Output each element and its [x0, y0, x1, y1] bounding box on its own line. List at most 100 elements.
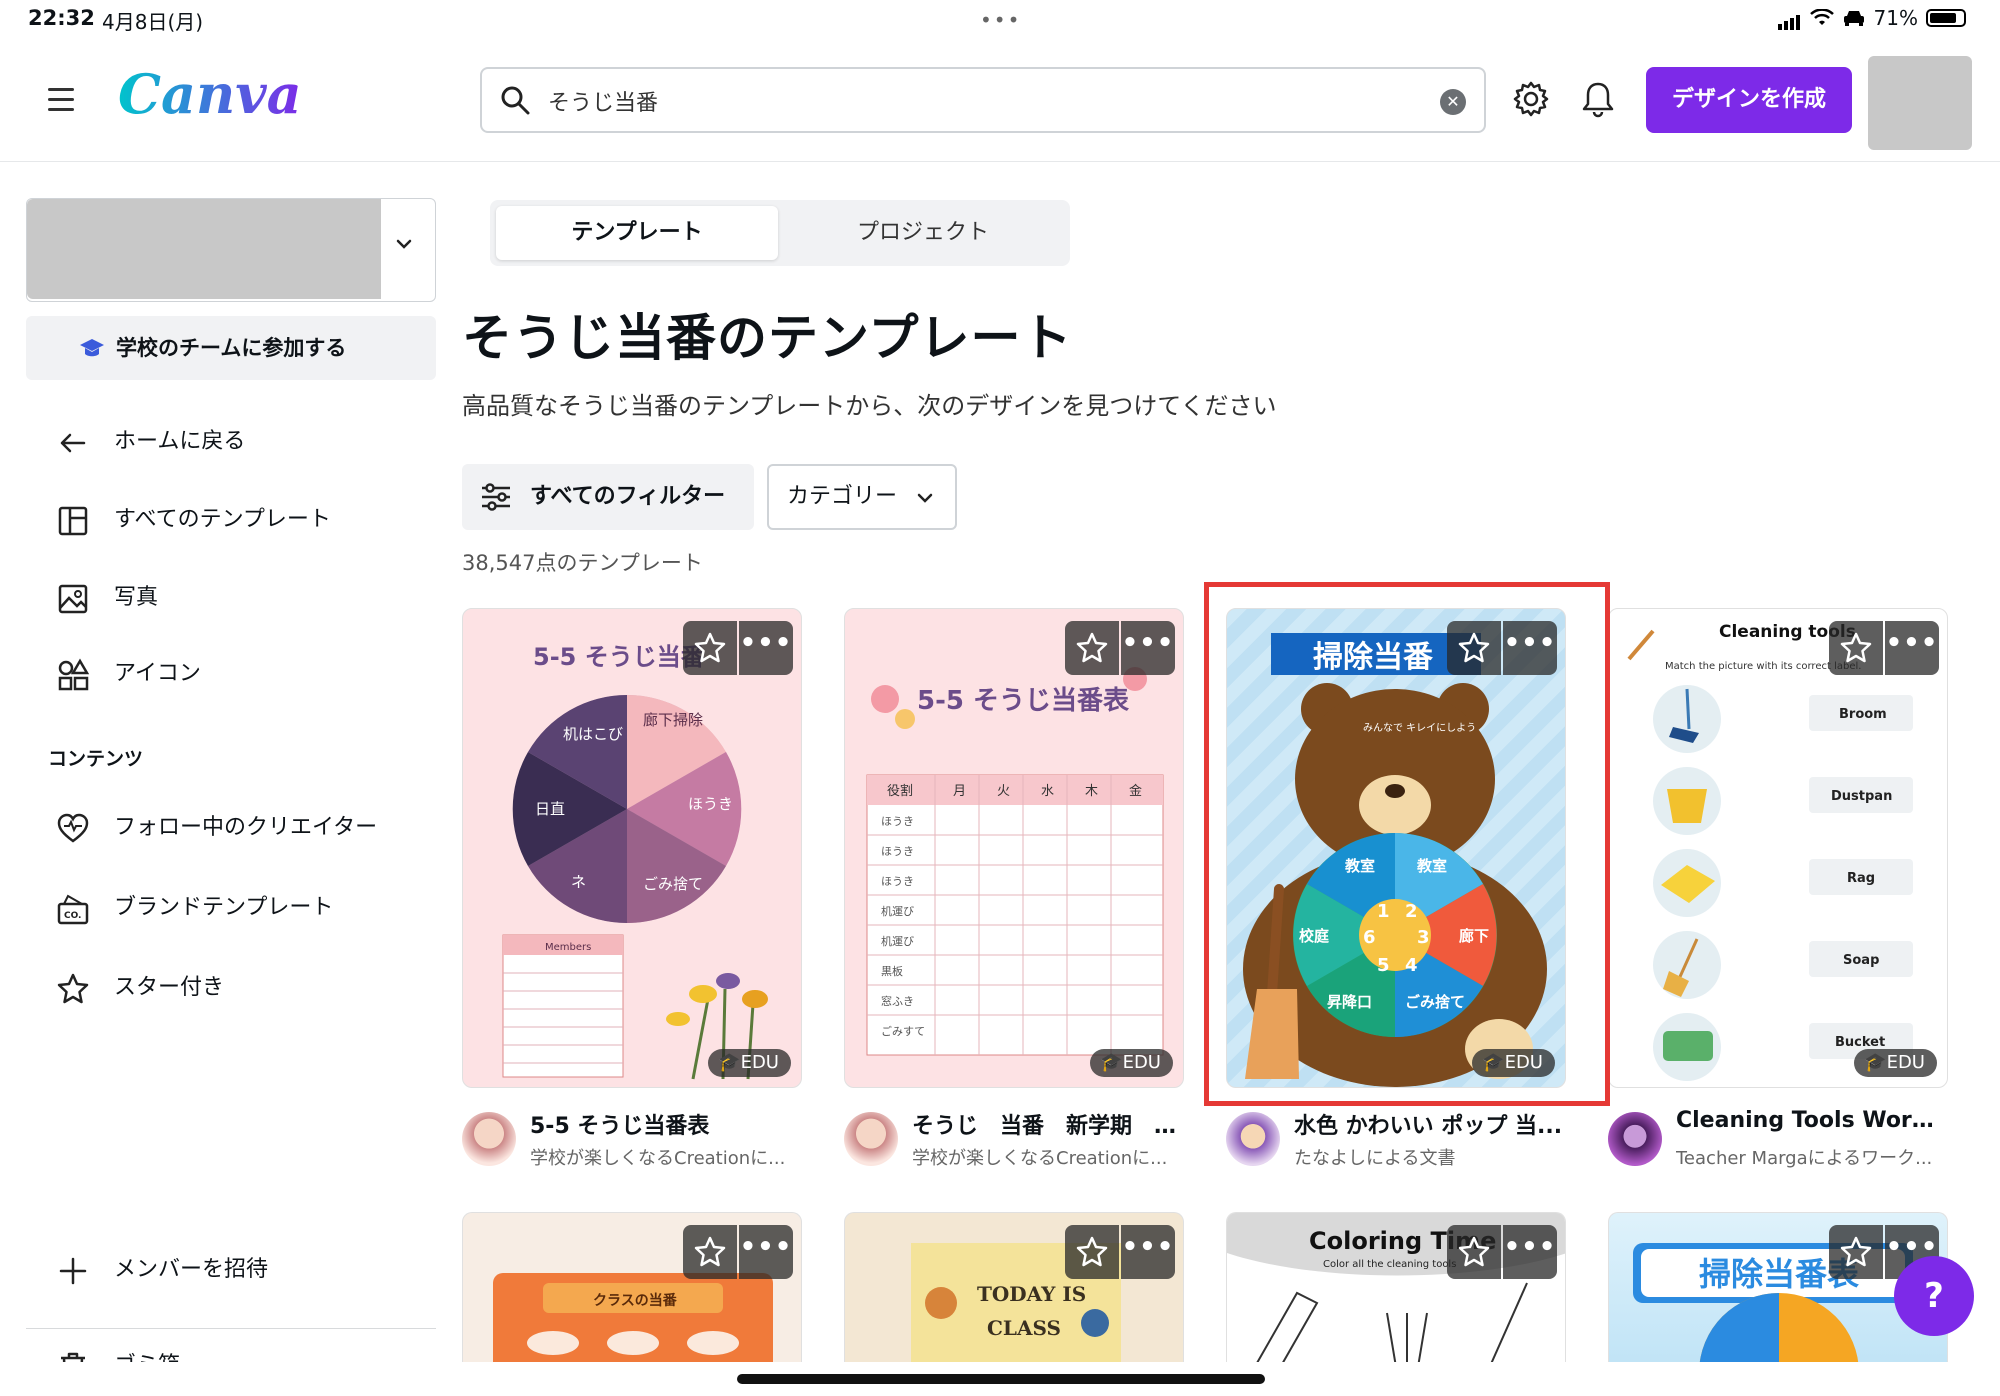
svg-text:金: 金	[1129, 783, 1142, 799]
page-title: そうじ当番のテンプレート	[462, 309, 1073, 367]
brand-icon: CO.	[57, 894, 89, 925]
creator-avatar[interactable]	[1608, 1112, 1662, 1166]
thumb-title: 5-5 そうじ当番表	[917, 686, 1130, 716]
svg-text:机はこび: 机はこび	[563, 725, 623, 743]
plus-icon	[59, 1257, 87, 1285]
status-date: 4月8日(月)	[102, 10, 204, 34]
star-icon	[1840, 632, 1872, 663]
svg-text:クラスの当番: クラスの当番	[593, 1292, 678, 1309]
search-input[interactable]	[548, 81, 1408, 121]
card-author[interactable]: Teacher Margaによるワーク...	[1676, 1144, 1948, 1170]
home-indicator[interactable]	[737, 1374, 1265, 1384]
category-dropdown[interactable]: カテゴリー	[767, 464, 957, 530]
more-options-button[interactable]: •••	[739, 1225, 793, 1279]
sidebar-item-following[interactable]: フォロー中のクリエイター	[26, 798, 436, 858]
battery-icon	[1926, 9, 1966, 27]
svg-text:TODAY IS: TODAY IS	[977, 1282, 1086, 1306]
search-bar[interactable]: ✕	[480, 67, 1486, 133]
card-author[interactable]: たなよしによる文書	[1294, 1144, 1566, 1170]
bell-icon[interactable]	[1580, 80, 1616, 118]
card-author[interactable]: 学校が楽しくなるCreationに...	[530, 1144, 802, 1170]
help-button[interactable]: ?	[1894, 1256, 1974, 1336]
sidebar-item-label: アイコン	[114, 661, 201, 686]
sidebar-item-home[interactable]: ホームに戻る	[26, 412, 436, 472]
star-icon	[1076, 1236, 1108, 1267]
svg-text:ほうき: ほうき	[688, 795, 733, 813]
star-icon	[1458, 1236, 1490, 1267]
status-time: 22:32	[28, 6, 95, 30]
svg-text:木: 木	[1085, 784, 1098, 799]
svg-text:Members: Members	[545, 942, 591, 953]
template-thumbnail[interactable]: Cleaning tools Match the picture with it…	[1608, 608, 1948, 1088]
canva-logo[interactable]: Canva	[118, 62, 302, 126]
sidebar-item-label: フォロー中のクリエイター	[114, 815, 378, 840]
template-thumbnail[interactable]: 5-5 そうじ当番 机はこび 廊下掃除 ほうき ごみ捨て ネ 日直 Member…	[462, 608, 802, 1088]
sidebar-item-icons[interactable]: アイコン	[26, 644, 436, 704]
heart-icon	[57, 813, 89, 843]
card-title[interactable]: 5-5 そうじ当番表	[530, 1108, 802, 1140]
svg-text:窓ふき: 窓ふき	[881, 994, 914, 1008]
highlight-box	[1204, 582, 1610, 1106]
all-filters-button[interactable]: すべてのフィルター	[462, 464, 754, 530]
battery-percent: 71%	[1873, 6, 1918, 30]
template-thumbnail[interactable]: 5-5 そうじ当番表 役割 月 火 水 木 金 ほうき ほうき ほうき 机運び …	[844, 608, 1184, 1088]
create-design-button[interactable]: デザインを作成	[1646, 67, 1852, 133]
star-icon	[694, 632, 726, 663]
favorite-button[interactable]	[1447, 1225, 1501, 1279]
svg-text:黒板: 黒板	[881, 964, 903, 978]
chevron-down-icon[interactable]	[395, 235, 413, 253]
tab-templates[interactable]: テンプレート	[496, 206, 778, 260]
creator-avatar[interactable]	[1226, 1112, 1280, 1166]
favorite-button[interactable]	[1065, 1225, 1119, 1279]
favorite-button[interactable]	[1829, 1225, 1883, 1279]
more-options-button[interactable]: •••	[1121, 621, 1175, 675]
svg-text:CO.: CO.	[64, 911, 81, 921]
template-thumbnail[interactable]: TODAY IS CLASS •••	[844, 1212, 1184, 1372]
svg-text:Soap: Soap	[1843, 953, 1879, 968]
sliders-icon	[482, 483, 510, 511]
multitask-dots-icon[interactable]: •••	[980, 8, 1021, 32]
sidebar-item-label: ホームに戻る	[114, 429, 246, 454]
card-title[interactable]: そうじ 当番 新学期 A4	[912, 1108, 1184, 1140]
sidebar-item-brand-templates[interactable]: CO. ブランドテンプレート	[26, 878, 436, 938]
more-options-button[interactable]: •••	[1885, 621, 1939, 675]
sidebar: 学校のチームに参加する ホームに戻る すべてのテンプレート 写真 アイコン コン…	[0, 162, 440, 1396]
card-title[interactable]: 水色 かわいい ポップ 当...	[1294, 1108, 1566, 1140]
invite-members-button[interactable]: メンバーを招待	[26, 1240, 436, 1300]
more-options-button[interactable]: •••	[739, 621, 793, 675]
page-subtitle: 高品質なそうじ当番のテンプレートから、次のデザインを見つけてください	[462, 392, 1277, 420]
all-filters-label: すべてのフィルター	[530, 484, 726, 509]
favorite-button[interactable]	[683, 621, 737, 675]
gear-icon[interactable]	[1512, 80, 1550, 118]
more-options-button[interactable]: •••	[1503, 1225, 1557, 1279]
more-options-button[interactable]: •••	[1121, 1225, 1175, 1279]
favorite-button[interactable]	[683, 1225, 737, 1279]
favorite-button[interactable]	[1065, 621, 1119, 675]
signal-icon	[1777, 6, 1802, 30]
join-school-team-button[interactable]: 学校のチームに参加する	[26, 316, 436, 380]
menu-icon[interactable]	[48, 88, 74, 118]
svg-text:ほうき: ほうき	[881, 875, 914, 888]
car-icon	[1843, 11, 1864, 26]
sidebar-item-all-templates[interactable]: すべてのテンプレート	[26, 490, 436, 550]
sidebar-item-photos[interactable]: 写真	[26, 568, 436, 628]
edu-badge: 🎓EDU	[708, 1049, 791, 1077]
sidebar-item-label: すべてのテンプレート	[114, 507, 331, 532]
sidebar-item-starred[interactable]: スター付き	[26, 958, 436, 1018]
favorite-button[interactable]	[1829, 621, 1883, 675]
svg-text:CLASS: CLASS	[987, 1316, 1061, 1340]
clear-search-icon[interactable]: ✕	[1440, 89, 1466, 115]
svg-text:ごみ捨て: ごみ捨て	[643, 875, 703, 893]
creator-avatar[interactable]	[844, 1112, 898, 1166]
team-switcher[interactable]	[26, 198, 436, 302]
card-title[interactable]: Cleaning Tools Worksh...	[1676, 1108, 1948, 1133]
template-thumbnail[interactable]: クラスの当番 •••	[462, 1212, 802, 1372]
card-author[interactable]: 学校が楽しくなるCreationに...	[912, 1144, 1184, 1170]
creator-avatar[interactable]	[462, 1112, 516, 1166]
template-thumbnail[interactable]: Coloring Time Color all the cleaning too…	[1226, 1212, 1566, 1372]
star-icon	[1840, 1236, 1872, 1267]
tab-projects[interactable]: プロジェクト	[782, 206, 1064, 260]
user-avatar[interactable]	[1868, 56, 1972, 150]
svg-text:机運び: 机運び	[881, 904, 914, 918]
top-header: Canva ✕ デザインを作成	[0, 40, 2000, 162]
